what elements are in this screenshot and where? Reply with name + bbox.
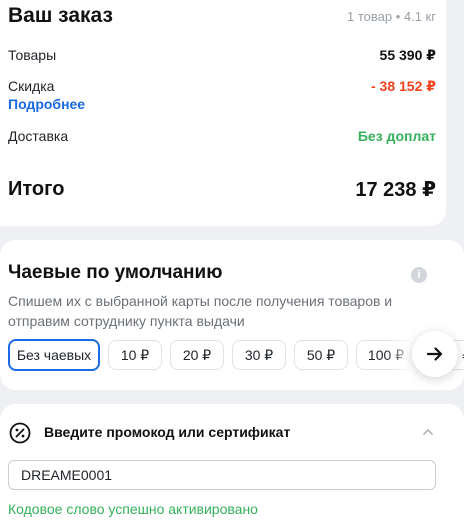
- info-icon[interactable]: i: [411, 267, 427, 283]
- tip-option-20[interactable]: 20 ₽: [170, 340, 224, 370]
- discount-label: Скидка: [8, 78, 55, 94]
- tips-description: Спишем их с выбранной карты после получе…: [8, 293, 393, 329]
- tips-title: Чаевые по умолчанию: [8, 262, 223, 283]
- chevron-up-icon[interactable]: [420, 424, 436, 440]
- promo-status-text: Кодовое слово успешно активировано: [8, 501, 258, 517]
- delivery-label: Доставка: [8, 128, 69, 144]
- tips-scroll-next-button[interactable]: [412, 331, 458, 377]
- promo-title[interactable]: Введите промокод или сертификат: [44, 424, 290, 440]
- delivery-value: Без доплат: [357, 128, 436, 144]
- order-title: Ваш заказ: [8, 4, 113, 27]
- tip-option-50[interactable]: 50 ₽: [294, 340, 348, 370]
- discount-details-link[interactable]: Подробнее: [8, 96, 85, 112]
- percent-icon: [9, 422, 31, 444]
- tip-option-10[interactable]: 10 ₽: [108, 340, 162, 370]
- order-meta: 1 товар • 4.1 кг: [347, 9, 436, 24]
- promo-card: Введите промокод или сертификат Кодовое …: [0, 404, 464, 532]
- arrow-right-icon: [426, 347, 443, 361]
- total-value: 17 238 ₽: [355, 179, 436, 201]
- goods-label: Товары: [8, 47, 57, 63]
- order-summary-card: Ваш заказ 1 товар • 4.1 кг Товары 55 390…: [0, 0, 446, 226]
- tip-option-none[interactable]: Без чаевых: [8, 339, 100, 371]
- promo-code-input[interactable]: [8, 460, 436, 490]
- total-label: Итого: [8, 178, 65, 200]
- tip-option-30[interactable]: 30 ₽: [232, 340, 286, 370]
- discount-value: - 38 152 ₽: [370, 78, 436, 94]
- goods-value: 55 390 ₽: [379, 47, 436, 63]
- tips-card: Чаевые по умолчанию i Спишем их с выбран…: [0, 240, 464, 390]
